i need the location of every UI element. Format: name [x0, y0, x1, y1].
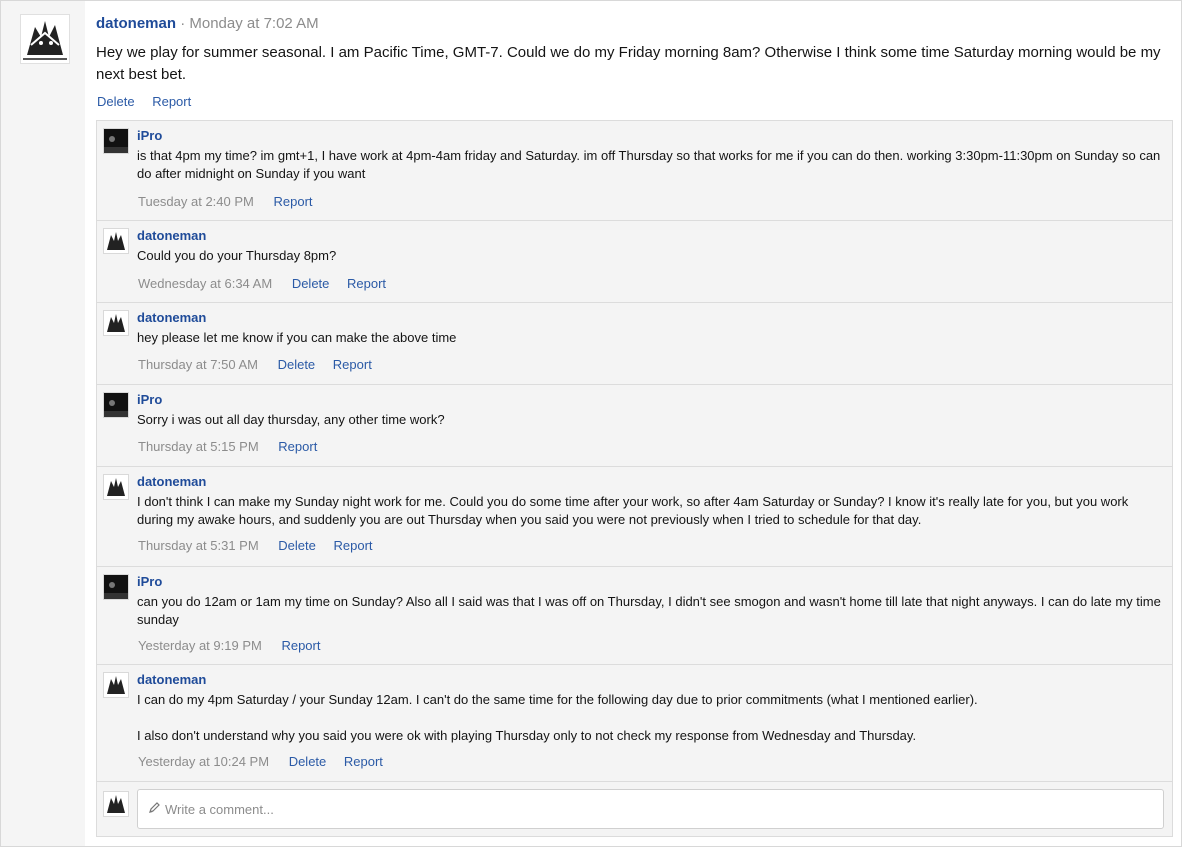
comment-text: is that 4pm my time? im gmt+1, I have wo…	[137, 148, 1164, 181]
avatar[interactable]	[103, 574, 129, 600]
report-button[interactable]: Report	[281, 638, 320, 653]
post-body: Hey we play for summer seasonal. I am Pa…	[96, 44, 1161, 83]
delete-button[interactable]: Delete	[278, 357, 316, 372]
report-button[interactable]: Report	[334, 538, 373, 553]
comment-text: I can do my 4pm Saturday / your Sunday 1…	[137, 692, 978, 743]
avatar[interactable]	[103, 392, 129, 418]
comment-footer: Yesterday at 10:24 PM Delete Report	[138, 754, 397, 769]
comment-author-link[interactable]: iPro	[137, 392, 162, 407]
avatar[interactable]	[103, 672, 129, 698]
comment: datoneman I don't think I can make my Su…	[97, 467, 1172, 567]
comment-text: Sorry i was out all day thursday, any ot…	[137, 412, 445, 427]
comment-author-link[interactable]: iPro	[137, 574, 162, 589]
comment-author-link[interactable]: iPro	[137, 128, 162, 143]
report-button[interactable]: Report	[347, 276, 386, 291]
comment: iPro Sorry i was out all day thursday, a…	[97, 385, 1172, 467]
comment-text: I don't think I can make my Sunday night…	[137, 494, 1132, 527]
comment-time[interactable]: Yesterday at 9:19 PM	[138, 638, 262, 653]
comment-author-link[interactable]: datoneman	[137, 228, 206, 243]
comment-footer: Wednesday at 6:34 AM Delete Report	[138, 276, 400, 291]
delete-button[interactable]: Delete	[278, 538, 316, 553]
comment-text: hey please let me know if you can make t…	[137, 330, 457, 345]
comment-time[interactable]: Thursday at 7:50 AM	[138, 357, 258, 372]
avatar[interactable]	[103, 228, 129, 254]
comment-footer: Yesterday at 9:19 PM Report	[138, 638, 334, 653]
comment-input-placeholder: Write a comment...	[165, 802, 274, 817]
avatar[interactable]	[20, 14, 70, 64]
post-actions: Delete Report	[97, 94, 205, 109]
comment-footer: Thursday at 5:15 PM Report	[138, 439, 331, 454]
comment: datoneman Could you do your Thursday 8pm…	[97, 221, 1172, 303]
comment-time[interactable]: Wednesday at 6:34 AM	[138, 276, 272, 291]
comment-author-link[interactable]: datoneman	[137, 310, 206, 325]
report-button[interactable]: Report	[152, 94, 191, 109]
comment: datoneman hey please let me know if you …	[97, 303, 1172, 385]
avatar[interactable]	[103, 128, 129, 154]
avatar	[103, 791, 129, 817]
comment-author-link[interactable]: datoneman	[137, 474, 206, 489]
avatar[interactable]	[103, 474, 129, 500]
comment: datoneman I can do my 4pm Saturday / you…	[97, 665, 1172, 782]
comment: iPro is that 4pm my time? im gmt+1, I ha…	[97, 121, 1172, 221]
delete-button[interactable]: Delete	[289, 754, 327, 769]
report-button[interactable]: Report	[333, 357, 372, 372]
post-separator: ·	[180, 15, 186, 32]
comment-time[interactable]: Thursday at 5:31 PM	[138, 538, 259, 553]
comment-footer: Thursday at 5:31 PM Delete Report	[138, 538, 387, 553]
comment-text: Could you do your Thursday 8pm?	[137, 248, 337, 263]
comment-time[interactable]: Thursday at 5:15 PM	[138, 439, 259, 454]
comment-time[interactable]: Yesterday at 10:24 PM	[138, 754, 269, 769]
post-author-link[interactable]: datoneman	[96, 15, 176, 32]
pencil-icon	[148, 801, 161, 819]
comment: iPro can you do 12am or 1am my time on S…	[97, 567, 1172, 665]
profile-post-panel: datoneman · Monday at 7:02 AM Hey we pla…	[0, 0, 1182, 847]
report-button[interactable]: Report	[278, 439, 317, 454]
comment-time[interactable]: Tuesday at 2:40 PM	[138, 194, 254, 209]
comment-footer: Thursday at 7:50 AM Delete Report	[138, 357, 386, 372]
post-time[interactable]: Monday at 7:02 AM	[189, 15, 318, 32]
comment-footer: Tuesday at 2:40 PM Report	[138, 194, 327, 209]
avatar[interactable]	[103, 310, 129, 336]
comment-text: can you do 12am or 1am my time on Sunday…	[137, 594, 1165, 627]
comment-author-link[interactable]: datoneman	[137, 672, 206, 687]
post-header: datoneman · Monday at 7:02 AM	[96, 15, 319, 32]
comment-input[interactable]: Write a comment...	[137, 789, 1164, 829]
left-gutter	[1, 1, 85, 846]
delete-button[interactable]: Delete	[292, 276, 330, 291]
comments-list: iPro is that 4pm my time? im gmt+1, I ha…	[96, 120, 1173, 837]
report-button[interactable]: Report	[344, 754, 383, 769]
delete-button[interactable]: Delete	[97, 94, 135, 109]
report-button[interactable]: Report	[273, 194, 312, 209]
